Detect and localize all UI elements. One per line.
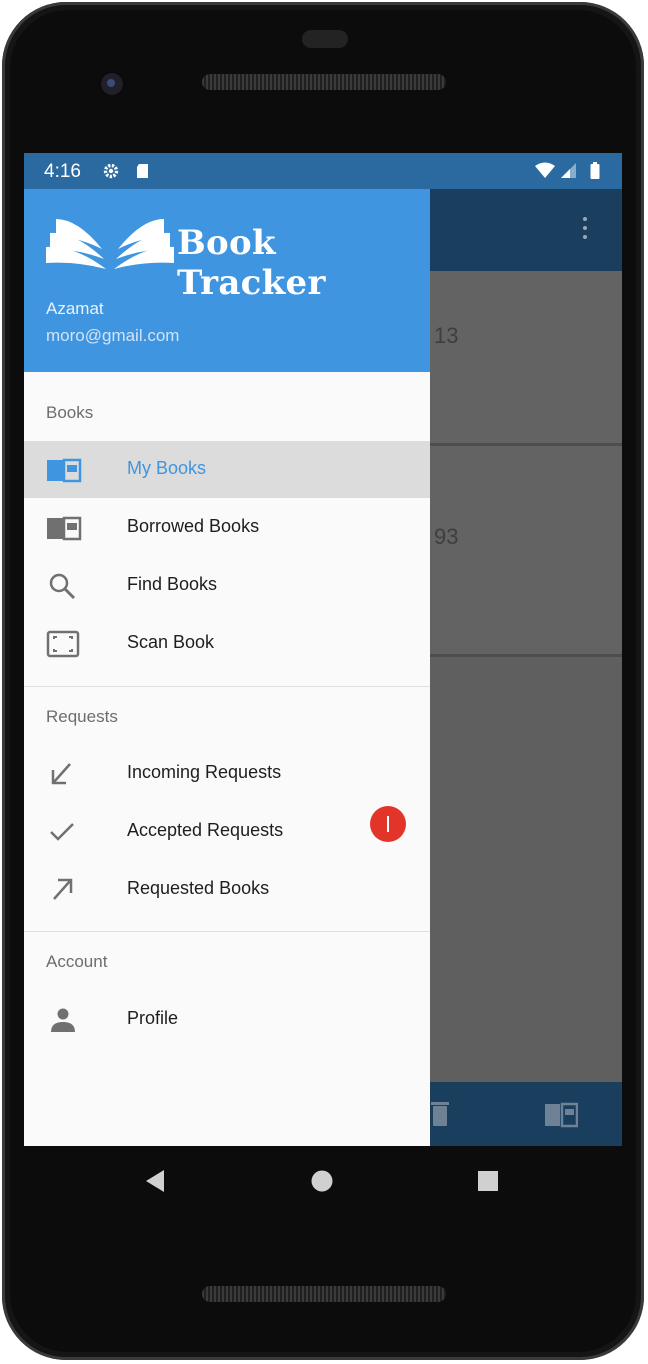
drawer-item-label: Find Books	[127, 574, 218, 594]
drawer-item-accepted-requests[interactable]: Accepted Requests	[24, 803, 430, 860]
background-card-text: 93	[434, 524, 459, 549]
back-button[interactable]	[144, 1168, 166, 1194]
book-icon	[545, 1102, 578, 1128]
drawer-header: Book Tracker Azamat moro@gmail.com	[24, 189, 430, 372]
drawer-item-label: Profile	[127, 1008, 179, 1028]
drawer-item-label: Accepted Requests	[127, 820, 284, 840]
signal-icon	[561, 163, 576, 178]
system-navigation-bar	[24, 1146, 622, 1218]
drawer-item-scan-book[interactable]: Scan Book	[24, 615, 430, 672]
drawer-item-borrowed-books[interactable]: Borrowed Books	[24, 499, 430, 556]
delete-icon	[431, 1102, 449, 1126]
drawer-item-label: Requested Books	[127, 878, 270, 898]
drawer-item-label: My Books	[127, 458, 207, 478]
app-brand: Book Tracker	[177, 223, 326, 303]
screen: 4:16 13 93 Book Tracker Azamat moro@gmai…	[24, 153, 622, 1146]
drawer-item-incoming-requests[interactable]: Incoming Requests	[24, 745, 430, 802]
home-button[interactable]	[310, 1168, 334, 1194]
arrow-down-left-icon	[51, 763, 71, 785]
status-time: 4:16	[44, 161, 81, 182]
drawer-item-label: Incoming Requests	[127, 762, 282, 782]
drawer-item-requested-books[interactable]: Requested Books	[24, 861, 430, 918]
person-icon	[51, 1008, 75, 1032]
check-icon	[50, 823, 74, 841]
book-icon	[47, 516, 82, 541]
sd-card-icon	[137, 164, 148, 178]
drawer-item-label: Scan Book	[127, 632, 215, 652]
status-bar: 4:16	[24, 153, 622, 189]
drawer-item-label: Borrowed Books	[127, 516, 260, 536]
wifi-icon	[535, 162, 555, 178]
settings-icon	[103, 163, 119, 179]
section-title-account: Account	[46, 952, 108, 971]
background-card-text: 13	[434, 323, 459, 348]
drawer-item-find-books[interactable]: Find Books	[24, 557, 430, 614]
book-icon	[47, 458, 82, 483]
divider	[24, 931, 430, 932]
book-logo-icon	[46, 219, 174, 269]
user-email: moro@gmail.com	[46, 326, 180, 345]
drawer-item-profile[interactable]: Profile	[24, 991, 430, 1048]
navigation-drawer: Book Tracker Azamat moro@gmail.com Books…	[24, 189, 430, 1146]
notification-badge	[370, 806, 406, 842]
user-name: Azamat	[46, 299, 104, 318]
search-icon	[49, 573, 76, 600]
divider	[24, 686, 430, 687]
recents-button[interactable]	[476, 1168, 500, 1194]
proximity-sensor	[302, 30, 348, 48]
battery-icon	[590, 162, 600, 179]
more-options-icon	[580, 217, 590, 245]
earpiece-speaker	[202, 74, 446, 90]
section-title-requests: Requests	[46, 707, 118, 726]
drawer-item-my-books[interactable]: My Books	[24, 441, 430, 498]
scan-icon	[46, 630, 80, 658]
front-camera	[98, 70, 126, 98]
arrow-up-right-icon	[53, 878, 73, 900]
section-title-books: Books	[46, 403, 94, 422]
bottom-speaker	[202, 1286, 446, 1302]
